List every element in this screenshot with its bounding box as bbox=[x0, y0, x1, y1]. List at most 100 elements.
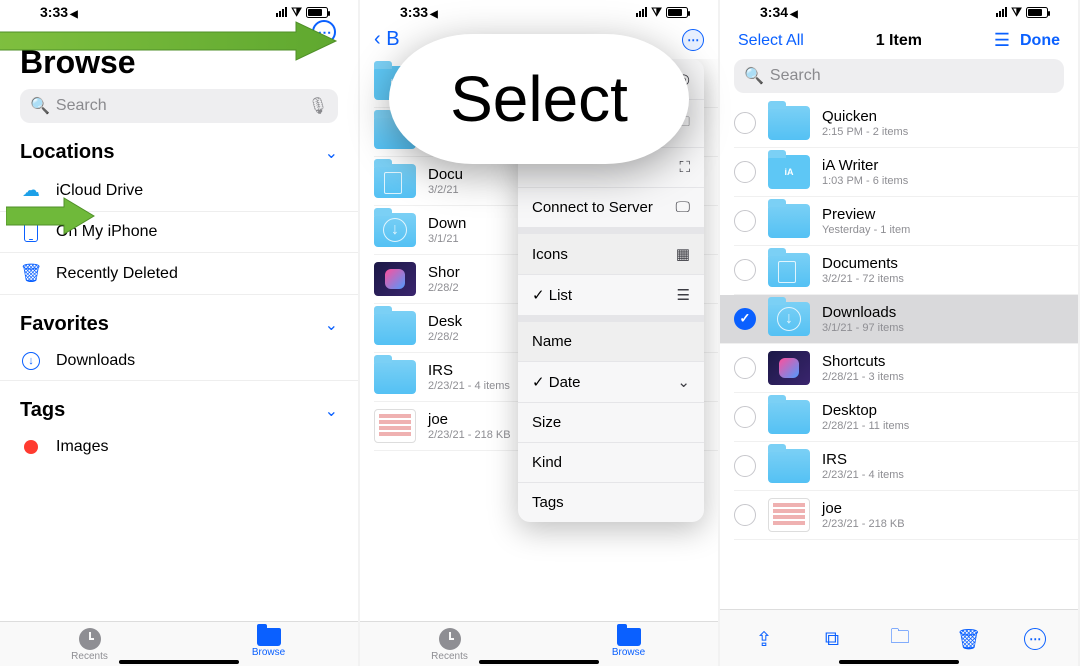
location-icloud-drive[interactable]: ☁︎iCloud Drive bbox=[0, 170, 358, 212]
file-row[interactable]: joe2/23/21 - 218 KB bbox=[734, 491, 1078, 540]
location-icon: ◀ bbox=[790, 9, 798, 20]
tab-recents[interactable]: Recents bbox=[360, 628, 539, 662]
cellular-icon bbox=[636, 7, 647, 17]
tab-recents[interactable]: Recents bbox=[0, 628, 179, 662]
home-indicator[interactable] bbox=[479, 660, 599, 664]
tutorial-bubble-select: Select bbox=[389, 34, 689, 164]
file-row[interactable]: Documents3/2/21 - 72 items bbox=[734, 246, 1078, 295]
checkbox[interactable] bbox=[734, 357, 756, 379]
back-button[interactable]: ‹ B bbox=[374, 28, 400, 51]
more-button[interactable]: ⋯ bbox=[312, 20, 336, 44]
checkbox[interactable] bbox=[734, 406, 756, 428]
menu-sort-size[interactable]: Size bbox=[518, 403, 704, 443]
location-on-my-iphone[interactable]: On My iPhone bbox=[0, 212, 358, 253]
favorite-downloads[interactable]: ↓Downloads bbox=[0, 342, 358, 381]
checkbox[interactable] bbox=[734, 455, 756, 477]
menu-sort-name[interactable]: Name bbox=[518, 316, 704, 362]
tab-browse[interactable]: Browse bbox=[179, 628, 358, 662]
file-row[interactable]: Quicken2:15 PM - 2 items bbox=[734, 99, 1078, 148]
cloud-icon: ☁︎ bbox=[20, 180, 42, 201]
search-placeholder: Search bbox=[770, 67, 821, 85]
browse-icon bbox=[617, 628, 641, 646]
file-name: Shor bbox=[428, 264, 460, 281]
checkbox[interactable] bbox=[734, 504, 756, 526]
checkbox[interactable] bbox=[734, 210, 756, 232]
cellular-icon bbox=[276, 7, 287, 17]
chevron-down-icon: ⌄ bbox=[325, 315, 338, 335]
status-time: 3:34 bbox=[760, 4, 788, 20]
file-subtitle: 2/23/21 - 4 items bbox=[428, 380, 510, 392]
battery-icon bbox=[1026, 7, 1048, 18]
dictate-icon[interactable]: 🎙 bbox=[308, 96, 328, 116]
file-subtitle: 1:03 PM - 6 items bbox=[822, 175, 908, 187]
bottom-toolbar: ⇪ ⧉ 🗀 🗑 ⋯ bbox=[720, 609, 1078, 666]
duplicate-button[interactable]: ⧉ bbox=[820, 628, 844, 651]
checkbox[interactable] bbox=[734, 259, 756, 281]
wifi-icon: ⧩ bbox=[291, 5, 302, 20]
share-button[interactable]: ⇪ bbox=[752, 627, 776, 652]
file-name: joe bbox=[428, 411, 511, 428]
menu-sort-kind[interactable]: Kind bbox=[518, 443, 704, 483]
home-indicator[interactable] bbox=[119, 660, 239, 664]
file-row[interactable]: Desktop2/28/21 - 11 items bbox=[734, 393, 1078, 442]
file-list: Quicken2:15 PM - 2 itemsiAiA Writer1:03 … bbox=[720, 99, 1078, 609]
file-subtitle: 3/2/21 - 72 items bbox=[822, 273, 904, 285]
move-button[interactable]: 🗀 bbox=[888, 622, 912, 656]
recents-icon bbox=[439, 628, 461, 650]
file-name: Docu bbox=[428, 166, 463, 183]
tag-color-icon bbox=[20, 440, 42, 454]
tag-images[interactable]: Images bbox=[0, 428, 358, 466]
file-subtitle: 2/23/21 - 218 KB bbox=[822, 518, 905, 530]
file-subtitle: 2/28/21 - 3 items bbox=[822, 371, 904, 383]
file-row[interactable]: iAiA Writer1:03 PM - 6 items bbox=[734, 148, 1078, 197]
search-placeholder: Search bbox=[56, 97, 107, 115]
tags-header[interactable]: Tags ⌄ bbox=[0, 381, 358, 428]
menu-icons[interactable]: Icons▦ bbox=[518, 228, 704, 275]
search-field[interactable]: 🔍 Search 🎙 bbox=[20, 89, 338, 123]
location-recently-deleted[interactable]: 🗑Recently Deleted bbox=[0, 253, 358, 295]
file-name: Downloads bbox=[822, 304, 904, 321]
menu-connect-server[interactable]: Connect to Server🖵 bbox=[518, 188, 704, 228]
more-button[interactable]: ⋯ bbox=[682, 29, 704, 51]
file-subtitle: 2/23/21 - 218 KB bbox=[428, 429, 511, 441]
file-subtitle: 3/2/21 bbox=[428, 184, 463, 196]
scan-icon: ⛶ bbox=[679, 159, 690, 176]
home-indicator[interactable] bbox=[839, 660, 959, 664]
status-time: 3:33 bbox=[400, 4, 428, 20]
file-name: Quicken bbox=[822, 108, 908, 125]
wifi-icon: ⧩ bbox=[651, 5, 662, 20]
file-subtitle: Yesterday - 1 item bbox=[822, 224, 910, 236]
cellular-icon bbox=[996, 7, 1007, 17]
list-view-button[interactable]: ☰ bbox=[994, 30, 1010, 51]
file-row[interactable]: Shortcuts2/28/21 - 3 items bbox=[734, 344, 1078, 393]
chevron-down-icon: ⌄ bbox=[677, 373, 690, 391]
tab-browse[interactable]: Browse bbox=[539, 628, 718, 662]
search-field[interactable]: 🔍 Search bbox=[734, 59, 1064, 93]
favorites-header[interactable]: Favorites ⌄ bbox=[0, 295, 358, 342]
file-subtitle: 2/28/2 bbox=[428, 331, 462, 343]
checkbox[interactable] bbox=[734, 112, 756, 134]
file-row[interactable]: PreviewYesterday - 1 item bbox=[734, 197, 1078, 246]
file-subtitle: 3/1/21 - 97 items bbox=[822, 322, 904, 334]
chevron-down-icon: ⌄ bbox=[325, 401, 338, 421]
menu-list[interactable]: List☰ bbox=[518, 275, 704, 316]
grid-icon: ▦ bbox=[676, 245, 690, 263]
file-subtitle: 3/1/21 bbox=[428, 233, 466, 245]
checkbox[interactable] bbox=[734, 308, 756, 330]
delete-button[interactable]: 🗑 bbox=[956, 627, 980, 652]
location-icon: ◀ bbox=[70, 9, 78, 20]
status-bar: 3:33◀ ⧩ bbox=[360, 0, 718, 22]
file-row[interactable]: Downloads3/1/21 - 97 items bbox=[720, 295, 1078, 344]
select-all-button[interactable]: Select All bbox=[738, 32, 804, 50]
file-row[interactable]: IRS2/23/21 - 4 items bbox=[734, 442, 1078, 491]
checkbox[interactable] bbox=[734, 161, 756, 183]
tab-bar: Recents Browse bbox=[360, 621, 718, 666]
menu-sort-tags[interactable]: Tags bbox=[518, 483, 704, 522]
locations-header[interactable]: Locations ⌄ bbox=[0, 123, 358, 170]
file-subtitle: 2/23/21 - 4 items bbox=[822, 469, 904, 481]
done-button[interactable]: Done bbox=[1020, 32, 1060, 50]
nav-bar: Select All 1 Item ☰ Done bbox=[720, 22, 1078, 57]
more-button[interactable]: ⋯ bbox=[1024, 628, 1046, 650]
status-bar: 3:33◀ ⧩ bbox=[0, 0, 358, 22]
menu-sort-date[interactable]: Date⌄ bbox=[518, 362, 704, 403]
